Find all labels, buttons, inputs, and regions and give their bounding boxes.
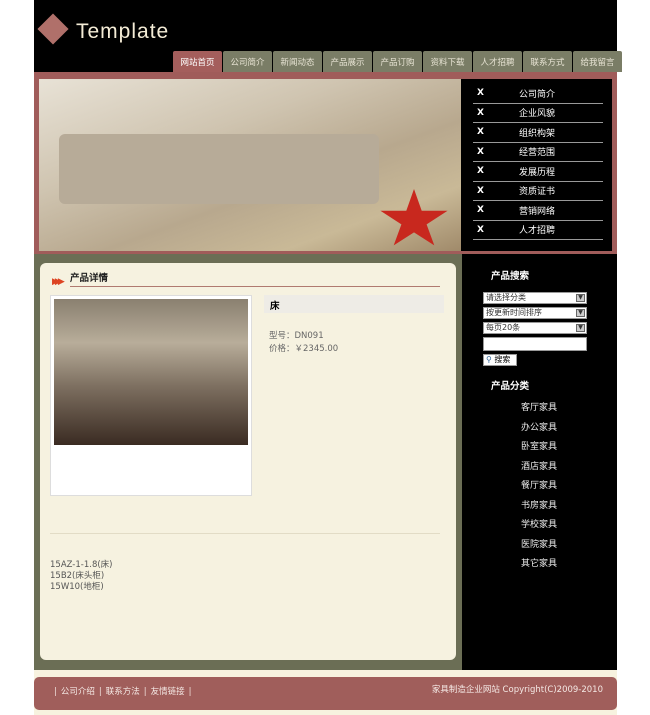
x-marker-icon: X bbox=[477, 185, 484, 196]
product-model: 型号：DN091 bbox=[269, 331, 324, 341]
banner-menu-item[interactable]: X 企业风貌 bbox=[473, 104, 603, 123]
description-line: 15W10(地柜) bbox=[50, 582, 104, 592]
sofa-image bbox=[59, 134, 379, 204]
select-value: 每页20条 bbox=[486, 323, 521, 332]
nav-tab[interactable]: 人才招聘 bbox=[473, 51, 522, 72]
menu-label: 资质证书 bbox=[519, 187, 556, 198]
search-button[interactable]: ⚲ 搜索 bbox=[483, 354, 517, 366]
x-marker-icon: X bbox=[477, 88, 484, 99]
banner-image bbox=[39, 79, 461, 251]
sort-select[interactable]: 按更新时间排序 ▼ bbox=[483, 307, 587, 319]
x-marker-icon: X bbox=[477, 224, 484, 235]
keyword-input[interactable] bbox=[483, 337, 587, 351]
search-button-label: 搜索 bbox=[494, 355, 511, 364]
category-link[interactable]: 餐厅家具 bbox=[521, 478, 557, 491]
nav-tab[interactable]: 给我留言 bbox=[573, 51, 622, 72]
star-icon bbox=[380, 189, 448, 246]
page-size-select[interactable]: 每页20条 ▼ bbox=[483, 322, 587, 334]
nav-tab[interactable]: 网站首页 bbox=[173, 51, 222, 72]
menu-label: 人才招聘 bbox=[519, 226, 556, 237]
category-link[interactable]: 酒店家具 bbox=[521, 459, 557, 472]
select-value: 按更新时间排序 bbox=[486, 308, 542, 317]
x-marker-icon: X bbox=[477, 107, 484, 118]
x-marker-icon: X bbox=[477, 205, 484, 216]
divider bbox=[70, 286, 440, 287]
nav-tab[interactable]: 联系方式 bbox=[523, 51, 572, 72]
footer: | 公司介绍 | 联系方法 | 友情链接 | 家具制造企业网站 Copyright(C)20… bbox=[34, 677, 617, 710]
menu-label: 发展历程 bbox=[519, 167, 556, 178]
x-marker-icon: X bbox=[477, 146, 484, 157]
product-name: 床 bbox=[264, 295, 444, 313]
menu-label: 组织构架 bbox=[519, 128, 556, 139]
category-link[interactable]: 办公家具 bbox=[521, 420, 557, 433]
product-photo[interactable] bbox=[54, 299, 248, 445]
chevron-down-icon: ▼ bbox=[576, 309, 585, 317]
nav-tab[interactable]: 资料下载 bbox=[423, 51, 472, 72]
menu-label: 企业风貌 bbox=[519, 109, 556, 120]
banner: X 公司简介 X 企业风貌 X 组织构架 X 经营范围 X 发展历程 X 资质证书 X 营销网络 X 人才招聘 bbox=[34, 72, 617, 254]
category-link[interactable]: 书房家具 bbox=[521, 498, 557, 511]
menu-label: 营销网络 bbox=[519, 206, 556, 217]
nav-tab[interactable]: 新闻动态 bbox=[273, 51, 322, 72]
banner-menu-item[interactable]: X 人才招聘 bbox=[473, 221, 603, 240]
header: Template 网站首页 公司简介 新闻动态 产品展示 产品订购 资料下载 人才招聘 联系方… bbox=[34, 0, 622, 72]
sidebar: 产品搜索 请选择分类 ▼ 按更新时间排序 ▼ 每页20条 ▼ ⚲ 搜索 产品分类 客厅… bbox=[462, 254, 617, 670]
category-select[interactable]: 请选择分类 ▼ bbox=[483, 292, 587, 304]
menu-label: 公司简介 bbox=[519, 89, 556, 100]
x-marker-icon: X bbox=[477, 127, 484, 138]
nav-tab[interactable]: 产品展示 bbox=[323, 51, 372, 72]
product-panel: ▶▶▶ 产品详情 床 型号：DN091 价格：￥2345.00 15AZ-1-1… bbox=[40, 263, 456, 660]
chevron-down-icon: ▼ bbox=[576, 294, 585, 302]
separator: | bbox=[98, 687, 102, 697]
main-area: ▶▶▶ 产品详情 床 型号：DN091 价格：￥2345.00 15AZ-1-1… bbox=[34, 254, 462, 670]
x-marker-icon: X bbox=[477, 166, 484, 177]
footer-links: | 公司介绍 | 联系方法 | 友情链接 | bbox=[54, 685, 192, 697]
product-photo-frame bbox=[50, 295, 252, 496]
separator: | bbox=[188, 687, 192, 697]
banner-menu-item[interactable]: X 发展历程 bbox=[473, 162, 603, 182]
banner-menu-item[interactable]: X 营销网络 bbox=[473, 201, 603, 221]
banner-menu: X 公司简介 X 企业风貌 X 组织构架 X 经营范围 X 发展历程 X 资质证书 X 营销网络 X 人才招聘 bbox=[461, 79, 612, 251]
banner-menu-item[interactable]: X 经营范围 bbox=[473, 143, 603, 162]
category-link[interactable]: 卧室家具 bbox=[521, 439, 557, 452]
divider bbox=[50, 533, 440, 534]
footer-link[interactable]: 联系方法 bbox=[106, 687, 140, 697]
nav-tab[interactable]: 公司简介 bbox=[223, 51, 272, 72]
chevron-down-icon: ▼ bbox=[576, 324, 585, 332]
category-title: 产品分类 bbox=[491, 381, 530, 392]
banner-menu-item[interactable]: X 资质证书 bbox=[473, 182, 603, 201]
select-value: 请选择分类 bbox=[486, 293, 526, 302]
category-link[interactable]: 学校家具 bbox=[521, 517, 557, 530]
copyright: 家具制造企业网站 Copyright(C)2009-2010 bbox=[431, 685, 603, 695]
category-link[interactable]: 其它家具 bbox=[521, 556, 557, 569]
category-link[interactable]: 客厅家具 bbox=[521, 400, 557, 413]
banner-menu-item[interactable]: X 组织构架 bbox=[473, 123, 603, 143]
product-price: 价格：￥2345.00 bbox=[269, 344, 339, 354]
menu-label: 经营范围 bbox=[519, 148, 556, 159]
logo-text[interactable]: Template bbox=[76, 20, 169, 44]
section-title: 产品详情 bbox=[70, 273, 109, 284]
category-link[interactable]: 医院家具 bbox=[521, 537, 557, 550]
search-icon: ⚲ bbox=[486, 355, 492, 364]
logo-icon bbox=[37, 13, 69, 45]
banner-menu-item[interactable]: X 公司简介 bbox=[473, 84, 603, 104]
main-nav: 网站首页 公司简介 新闻动态 产品展示 产品订购 资料下载 人才招聘 联系方式 给我留言 bbox=[173, 51, 622, 72]
arrow-icon: ▶▶▶ bbox=[52, 277, 65, 287]
separator: | bbox=[54, 687, 57, 697]
footer-link[interactable]: 公司介绍 bbox=[61, 687, 95, 697]
footer-link[interactable]: 友情链接 bbox=[151, 687, 185, 697]
separator: | bbox=[143, 687, 147, 697]
search-title: 产品搜索 bbox=[491, 271, 530, 282]
nav-tab[interactable]: 产品订购 bbox=[373, 51, 422, 72]
